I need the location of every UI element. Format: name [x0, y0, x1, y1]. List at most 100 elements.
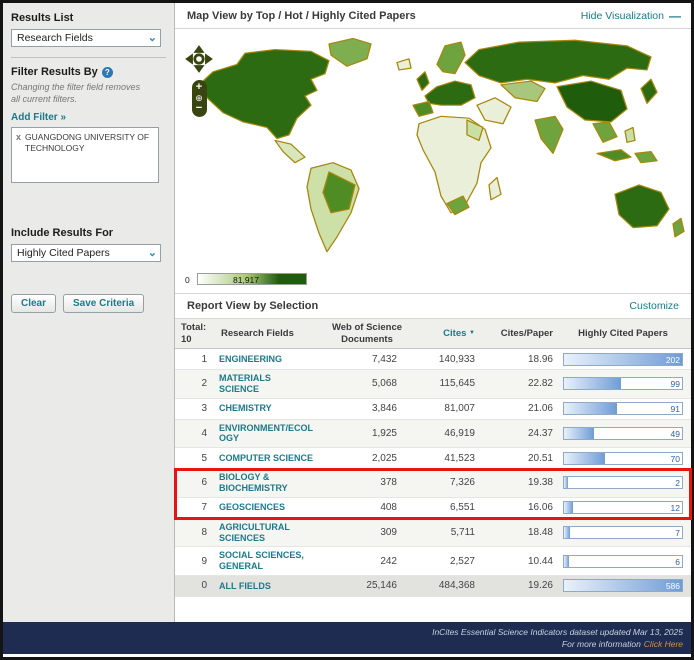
total-label: Total:: [181, 322, 219, 333]
cites-per-paper-cell: 18.48: [483, 527, 561, 538]
hcp-bar-fill: [564, 354, 682, 365]
field-link[interactable]: SOCIAL SCIENCES, GENERAL: [219, 550, 323, 572]
add-filter-link[interactable]: Add Filter »: [11, 112, 66, 123]
hcp-value: 2: [675, 477, 680, 489]
cites-cell: 6,551: [411, 502, 483, 513]
content-area: Results List Research Fields ⌄ Filter Re…: [3, 3, 691, 622]
field-link[interactable]: COMPUTER SCIENCE: [219, 453, 323, 464]
field-link[interactable]: AGRICULTURAL SCIENCES: [219, 522, 323, 544]
table-header-row: Total: 10 Research Fields Web of Science…: [175, 319, 691, 349]
sidebar: Results List Research Fields ⌄ Filter Re…: [3, 3, 175, 622]
rank-cell: 9: [181, 556, 219, 567]
include-results-heading: Include Results For: [11, 227, 166, 239]
results-list-selected: Research Fields: [17, 32, 93, 44]
remove-filter-icon[interactable]: x: [16, 132, 21, 153]
field-link[interactable]: ALL FIELDS: [219, 581, 323, 592]
zoom-in-button[interactable]: +: [192, 82, 207, 93]
legend-min-label: 0: [185, 275, 190, 285]
chevron-down-icon: ⌄: [148, 248, 157, 258]
cites-per-paper-cell: 22.82: [483, 378, 561, 389]
cites-cell: 2,527: [411, 556, 483, 567]
rank-cell: 1: [181, 354, 219, 365]
hide-visualization-link[interactable]: Hide Visualization —: [581, 10, 681, 22]
zoom-out-button[interactable]: −: [192, 103, 207, 114]
help-icon[interactable]: ?: [102, 67, 113, 78]
cites-per-paper-cell: 19.26: [483, 580, 561, 591]
hcp-cell: 70: [561, 452, 685, 465]
column-header-cites-per-paper[interactable]: Cites/Paper: [483, 328, 561, 339]
rank-cell: 5: [181, 453, 219, 464]
total-value: 10: [181, 334, 219, 345]
map-legend: 0 81,917: [185, 269, 691, 291]
hcp-bar: 12: [563, 501, 683, 514]
field-link[interactable]: MATERIALS SCIENCE: [219, 373, 323, 395]
save-criteria-button[interactable]: Save Criteria: [63, 294, 144, 313]
footer-dataset-line: InCites Essential Science Indicators dat…: [3, 626, 683, 638]
field-link[interactable]: ENVIRONMENT/ECOLOGY: [219, 423, 323, 445]
rank-cell: 2: [181, 378, 219, 389]
field-link[interactable]: CHEMISTRY: [219, 403, 323, 414]
rank-cell: 8: [181, 527, 219, 538]
hide-visualization-label: Hide Visualization: [581, 10, 664, 22]
cites-cell: 41,523: [411, 453, 483, 464]
footer-info-prefix: For more information: [562, 639, 641, 649]
chevron-down-icon: ⌄: [148, 33, 157, 43]
cites-per-paper-cell: 16.06: [483, 502, 561, 513]
field-link[interactable]: GEOSCIENCES: [219, 502, 323, 513]
cites-per-paper-cell: 20.51: [483, 453, 561, 464]
cites-cell: 81,007: [411, 403, 483, 414]
hcp-bar-fill: [564, 502, 573, 513]
clear-button[interactable]: Clear: [11, 294, 56, 313]
table-row: 6 BIOLOGY & BIOCHEMISTRY 378 7,326 19.38…: [175, 469, 691, 498]
map-countries: [197, 38, 684, 251]
legend-max-label: 81,917: [233, 275, 259, 285]
footer: InCites Essential Science Indicators dat…: [3, 622, 691, 654]
results-list-dropdown[interactable]: Research Fields ⌄: [11, 29, 161, 47]
docs-cell: 378: [323, 477, 411, 488]
docs-cell: 309: [323, 527, 411, 538]
table-row: 8 AGRICULTURAL SCIENCES 309 5,711 18.48 …: [175, 519, 691, 548]
hcp-cell: 202: [561, 353, 685, 366]
cites-cell: 115,645: [411, 378, 483, 389]
hcp-value: 49: [671, 428, 680, 440]
sidebar-divider: [11, 57, 166, 58]
column-header-documents[interactable]: Web of Science Documents: [323, 322, 411, 345]
docs-cell: 408: [323, 502, 411, 513]
docs-cell: 3,846: [323, 403, 411, 414]
hcp-bar: 202: [563, 353, 683, 366]
hcp-value: 99: [671, 378, 680, 390]
collapse-icon: —: [669, 12, 681, 20]
world-map[interactable]: + ⊕ −: [175, 29, 691, 267]
total-header: Total: 10: [181, 322, 219, 345]
cites-per-paper-cell: 24.37: [483, 428, 561, 439]
hcp-bar-fill: [564, 403, 617, 414]
click-here-link[interactable]: Click Here: [644, 639, 683, 649]
column-header-research-fields[interactable]: Research Fields: [219, 328, 323, 339]
table-row: 3 CHEMISTRY 3,846 81,007 21.06 91: [175, 399, 691, 420]
docs-cell: 1,925: [323, 428, 411, 439]
rank-cell: 6: [181, 477, 219, 488]
hcp-bar: 2: [563, 476, 683, 489]
docs-cell: 242: [323, 556, 411, 567]
pan-control-icon[interactable]: [185, 45, 213, 73]
cites-per-paper-cell: 21.06: [483, 403, 561, 414]
hcp-bar-fill: [564, 453, 605, 464]
hcp-bar: 6: [563, 555, 683, 568]
cites-cell: 140,933: [411, 354, 483, 365]
rank-cell: 3: [181, 403, 219, 414]
world-map-svg[interactable]: [179, 31, 685, 261]
include-results-dropdown[interactable]: Highly Cited Papers ⌄: [11, 244, 161, 262]
customize-link[interactable]: Customize: [629, 300, 679, 312]
column-header-cites[interactable]: Cites ▼: [411, 328, 483, 339]
hcp-bar: 7: [563, 526, 683, 539]
field-link[interactable]: ENGINEERING: [219, 354, 323, 365]
column-header-highly-cited[interactable]: Highly Cited Papers: [561, 328, 685, 339]
hcp-bar: 586: [563, 579, 683, 592]
hcp-bar-fill: [564, 527, 570, 538]
hcp-cell: 2: [561, 476, 685, 489]
docs-cell: 5,068: [323, 378, 411, 389]
cites-cell: 7,326: [411, 477, 483, 488]
hcp-value: 586: [666, 580, 680, 592]
field-link[interactable]: BIOLOGY & BIOCHEMISTRY: [219, 472, 323, 494]
cites-cell: 46,919: [411, 428, 483, 439]
